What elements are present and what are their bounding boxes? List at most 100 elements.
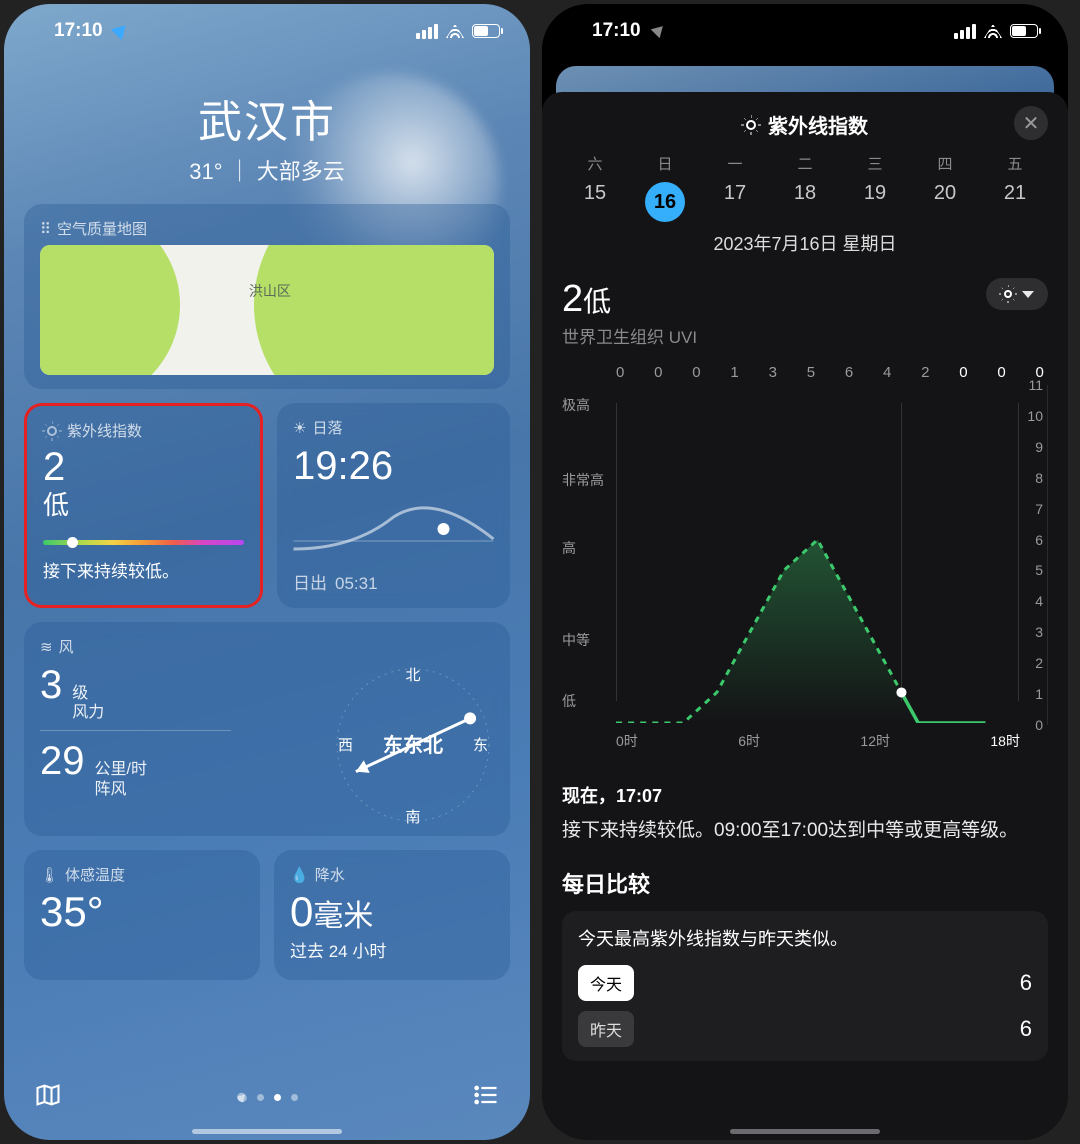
map-button[interactable] [34,1081,62,1114]
home-indicator[interactable] [730,1129,880,1134]
location-icon [651,22,668,39]
city-header: 武汉市 31° ｜ 大部多云 [4,86,530,186]
y-cat-low: 低 [562,691,576,711]
yesterday-label: 昨天 [578,1011,634,1047]
uv-note: 接下来持续较低。 [43,557,244,582]
status-right [416,24,500,39]
sheet-title: 紫外线指数 [742,110,868,139]
feels-like-value: 35° [40,891,244,933]
svg-text:西: 西 [338,737,353,754]
day-col[interactable]: 五21 [980,153,1050,222]
day-col[interactable]: 二18 [770,153,840,222]
today-row: 今天 6 [578,965,1032,1001]
aqi-map-title: ⠿ 空气质量地图 [40,218,494,239]
status-bar: 17:10 [542,4,1068,58]
sun-arc [289,499,498,561]
uv-sheet: 紫外线指数 ✕ 六15日16一17二18三19四20五21 2023年7月16日… [542,92,1068,1140]
page-dots[interactable] [237,1093,298,1102]
date-full: 2023年7月16日 星期日 [562,230,1048,256]
aqi-map-card[interactable]: ⠿ 空气质量地图 洪山区 [24,204,510,389]
city-subtitle: 31° ｜ 大部多云 [4,154,530,186]
feels-like-title: 🌡 体感温度 [40,864,244,885]
cellular-icon [954,24,976,39]
home-indicator[interactable] [192,1129,342,1134]
y-cat-moderate: 中等 [562,630,590,650]
battery-icon [472,24,500,38]
daily-compare-title: 每日比较 [562,867,1048,899]
day-col[interactable]: 四20 [910,153,980,222]
city-name: 武汉市 [4,86,530,150]
day-col[interactable]: 日16 [630,153,700,222]
sun-icon [1000,286,1016,302]
wind-title: ≋ 风 [40,636,494,657]
uv-source: 世界卫生组织 UVI [562,323,697,348]
precip-card[interactable]: 💧 降水 0毫米 过去 24 小时 [274,850,510,980]
uv-chart[interactable]: 000135642000 极高 非常高 高 中等 低 [562,364,1048,764]
day-selector[interactable]: 六15日16一17二18三19四20五21 [560,153,1050,222]
day-col[interactable]: 六15 [560,153,630,222]
sunset-card[interactable]: ☀ 日落 19:26 日出05:31 [277,403,510,608]
location-icon [111,20,131,40]
chart-x-labels: 0时6时12时18时 [562,725,1048,751]
daily-compare-card: 今天最高紫外线指数与昨天类似。 今天 6 昨天 6 [562,911,1048,1061]
y-cat-extreme: 极高 [562,395,590,415]
droplet-icon: 💧 [290,866,309,884]
wind-card[interactable]: ≋ 风 3 级 风力 29 公里/时 阵风 北 东 [24,622,510,836]
uv-card[interactable]: 紫外线指数 2 低 接下来持续较低。 [24,403,263,608]
cellular-icon [416,24,438,39]
status-right [954,24,1038,39]
location-dot-icon [235,1090,248,1103]
status-bar: 17:10 [4,4,530,58]
aqi-icon: ⠿ [40,220,51,238]
uv-level: 低 [43,485,244,522]
compass: 北 东 南 西 东东北 [328,660,498,830]
day-col[interactable]: 一17 [700,153,770,222]
status-time: 17:10 [54,20,128,42]
uv-scale-bar [43,540,244,545]
now-desc: 接下来持续较低。09:00至17:00达到中等或更高等级。 [562,816,1048,845]
precip-value: 0 [290,888,313,935]
sunset-icon: ☀ [293,419,306,437]
district-label: 洪山区 [249,281,291,301]
list-button[interactable] [472,1081,500,1114]
mode-selector[interactable] [986,278,1048,310]
close-button[interactable]: ✕ [1014,106,1048,140]
sunset-time: 19:26 [293,444,494,489]
aqi-map[interactable]: 洪山区 [40,245,494,375]
uv-detail-screen: 17:10 紫外线指数 ✕ 六15日16一17二18三19四20五21 2023… [542,4,1068,1140]
yesterday-row: 昨天 6 [578,1011,1032,1047]
uv-value: 2 [43,447,244,487]
uv-scale-dot [67,537,78,548]
now-label: 现在，17:07 [562,782,1048,808]
uv-detail-value: 2低 [562,278,697,321]
svg-text:北: 北 [405,667,420,684]
today-value: 6 [1012,970,1032,996]
daily-compare-lead: 今天最高紫外线指数与昨天类似。 [578,925,1032,951]
today-label: 今天 [578,965,634,1001]
chevron-down-icon [1022,291,1034,298]
chart-top-values: 000135642000 [562,364,1048,381]
precip-title: 💧 降水 [290,864,494,885]
wind-icon: ≋ [40,638,53,656]
yesterday-value: 6 [1012,1016,1032,1042]
precip-sub: 过去 24 小时 [290,937,494,962]
wifi-icon [446,24,464,38]
sunset-title: ☀ 日落 [293,417,494,438]
background-peek [556,66,1054,94]
uv-card-title: 紫外线指数 [43,420,244,441]
sun-icon [742,116,760,134]
svg-text:南: 南 [405,809,420,826]
wind-gust: 29 [40,739,85,784]
wind-force: 3 [40,663,62,708]
feels-like-card[interactable]: 🌡 体感温度 35° [24,850,260,980]
battery-icon [1010,24,1038,38]
sun-icon [43,422,61,440]
weather-main-screen: 17:10 武汉市 31° ｜ 大部多云 ⠿ 空气质量地图 洪山区 [4,4,530,1140]
bottom-toolbar [4,1070,530,1124]
day-col[interactable]: 三19 [840,153,910,222]
thermometer-icon: 🌡 [40,866,59,884]
status-time: 17:10 [592,20,666,42]
y-cat-veryhigh: 非常高 [562,470,604,490]
y-cat-high: 高 [562,538,576,558]
sunrise-row: 日出05:31 [293,569,494,594]
